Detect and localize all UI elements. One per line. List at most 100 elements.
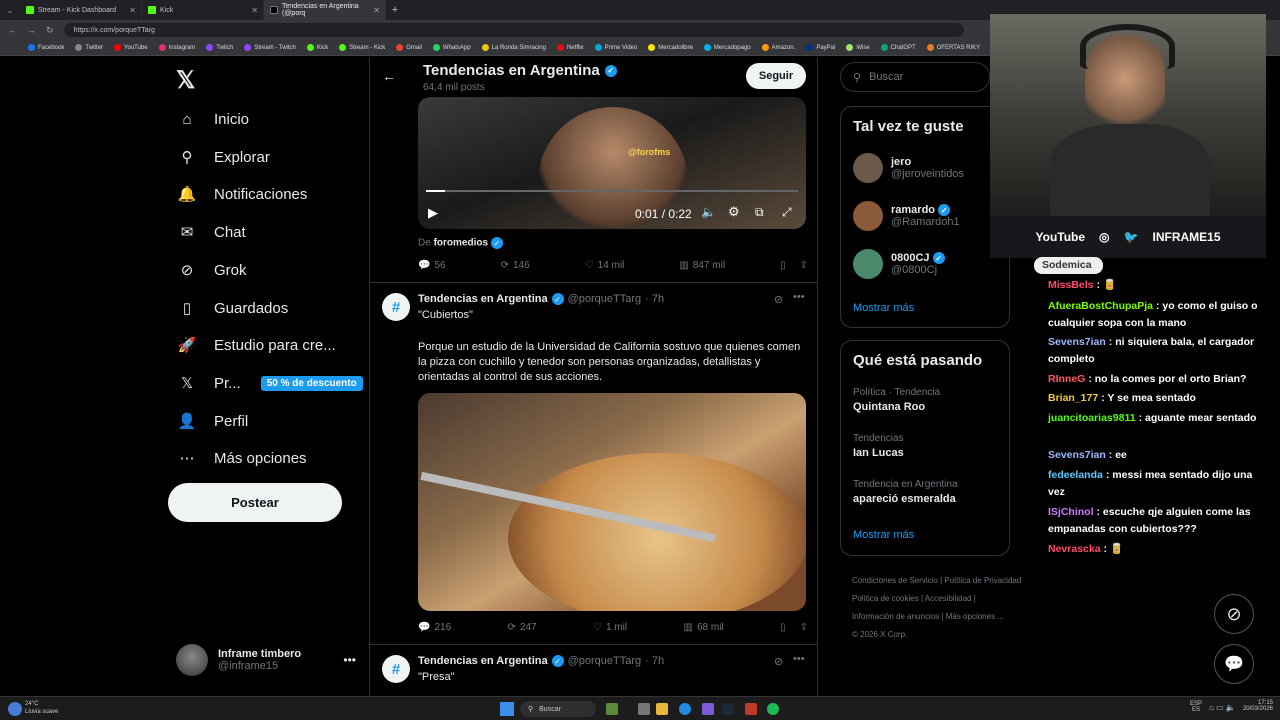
browser-tab-kick[interactable]: Kick ✕ — [142, 0, 264, 20]
premium-discount-badge[interactable]: 50 % de descuento — [260, 375, 363, 391]
nav-item-9[interactable]: 👤 Perfil — [176, 409, 249, 433]
pip-icon[interactable]: ⧉ — [755, 205, 764, 220]
bookmark-item[interactable]: Facebook — [28, 44, 64, 51]
footer-link[interactable]: Política de cookies — [852, 594, 919, 603]
discord-icon[interactable] — [702, 703, 714, 715]
chat-username[interactable]: RInneG — [1048, 373, 1085, 385]
views-button[interactable]: ▥ 68 mil — [684, 622, 724, 633]
suggestion-item[interactable]: 0800CJ ✓ @0800Cj — [853, 249, 945, 279]
tab-close-icon[interactable]: ✕ — [129, 6, 136, 15]
chat-username[interactable]: Sodemica — [1042, 259, 1092, 271]
language-indicator[interactable]: ESP ES — [1190, 701, 1202, 713]
bookmark-item[interactable]: Prime Video — [594, 44, 637, 51]
bookmark-item[interactable]: Gmail — [396, 44, 422, 51]
system-tray-icons[interactable]: ⌂ ▭ 🔈 — [1209, 703, 1236, 712]
chat-username[interactable]: Nevrascka — [1048, 543, 1101, 555]
post-button[interactable]: Postear — [168, 483, 342, 522]
widgets-icon[interactable] — [606, 703, 618, 715]
bookmark-item[interactable]: La Ronda Simracing — [481, 44, 546, 51]
nav-item-4[interactable]: ✉ Chat — [176, 220, 246, 244]
bookmark-item[interactable]: Stream - Kick — [339, 44, 385, 51]
tab-search-icon[interactable]: ⌄ — [0, 0, 20, 20]
windows-start-icon[interactable] — [500, 702, 514, 716]
hashtag-avatar-icon[interactable]: # — [382, 293, 410, 321]
nav-item-6[interactable]: ▯ Guardados — [176, 296, 288, 320]
reply-button[interactable]: 💬 216 — [418, 622, 451, 633]
views-button[interactable]: ▥ 847 mil — [679, 260, 725, 271]
footer-link[interactable]: Información de anuncios — [852, 612, 939, 621]
nav-item-8[interactable]: 𝕏 Pr... 50 % de descuento — [176, 371, 363, 395]
trend-item[interactable]: Tendencias Ian Lucas — [853, 433, 904, 459]
nav-item-5[interactable]: ⊘ Grok — [176, 258, 247, 282]
bookmark-item[interactable]: Stream - Twitch — [244, 44, 296, 51]
grok-icon[interactable]: ⊘ — [774, 655, 783, 668]
trend-item[interactable]: Tendencia en Argentina apareció esmeralda — [853, 479, 958, 505]
bookmark-item[interactable]: Mercadopago — [703, 44, 751, 51]
search-input[interactable]: ⚲ Buscar — [840, 62, 990, 92]
author-handle[interactable]: @porqueTTarg — [568, 655, 642, 667]
chat-username[interactable]: fedeelanda — [1048, 469, 1103, 481]
footer-link[interactable]: Más opciones ... — [946, 612, 1004, 621]
browser-tab-x[interactable]: Tendencias en Argentina (@porq ✕ — [264, 0, 386, 20]
bookmark-item[interactable]: Wise — [846, 44, 870, 51]
reload-icon[interactable]: ↻ — [46, 25, 54, 36]
chat-username[interactable]: ISjChinol — [1048, 506, 1094, 518]
taskbar-search[interactable]: ⚲ Buscar — [520, 701, 596, 717]
back-arrow-icon[interactable]: ← — [382, 68, 396, 84]
author-name[interactable]: Tendencias en Argentina — [418, 293, 548, 305]
bookmark-item[interactable]: Twitter — [75, 44, 103, 51]
reply-button[interactable]: 💬 56 — [418, 260, 446, 271]
like-button[interactable]: ♡ 14 mil — [585, 260, 625, 271]
footer-link[interactable]: Política de Privacidad — [944, 576, 1021, 585]
suggestion-item[interactable]: jero @jeroveintidos — [853, 153, 964, 183]
grok-float-button[interactable]: ⊘ — [1214, 594, 1254, 634]
video-progress-bar[interactable] — [426, 190, 798, 192]
bookmark-item[interactable]: WhatsApp — [432, 44, 471, 51]
nav-item-2[interactable]: ⚲ Explorar — [176, 145, 270, 169]
bookmark-item[interactable]: YouTube — [114, 44, 148, 51]
bookmark-item[interactable]: Kick — [306, 44, 328, 51]
video-player[interactable]: @forofms ▶ 0:01 / 0:22 🔈 ⚙ ⧉ ⤢ — [418, 97, 806, 229]
weather-temp[interactable]: 24°C — [25, 701, 38, 707]
tab-close-icon[interactable]: ✕ — [373, 6, 380, 15]
x-logo-icon[interactable]: 𝕏 — [176, 66, 195, 95]
show-more-link[interactable]: Mostrar más — [853, 302, 914, 314]
account-switcher[interactable]: Inframe timbero @inframe15 ••• — [176, 644, 356, 676]
more-dots-icon[interactable]: ••• — [343, 653, 356, 667]
tab-close-icon[interactable]: ✕ — [251, 6, 258, 15]
footer-link[interactable]: Accesibilidad — [925, 594, 972, 603]
trend-item[interactable]: Política · Tendencia Quintana Roo — [853, 387, 940, 413]
show-more-link[interactable]: Mostrar más — [853, 529, 914, 541]
footer-link[interactable]: Condiciones de Servicio — [852, 576, 938, 585]
url-input[interactable]: https://x.com/porqueTTarg — [63, 23, 964, 37]
obs-icon[interactable] — [745, 703, 757, 715]
steam-icon[interactable] — [722, 703, 734, 715]
repost-button[interactable]: ⟳ 247 — [508, 622, 537, 633]
file-explorer-icon[interactable] — [656, 703, 668, 715]
fullscreen-icon[interactable]: ⤢ — [782, 205, 792, 220]
follow-button[interactable]: Seguir — [746, 63, 806, 89]
forward-icon[interactable]: → — [27, 25, 36, 35]
task-view-icon[interactable] — [638, 703, 650, 715]
share-icon[interactable]: ⇪ — [800, 622, 808, 633]
chat-username[interactable]: AfueraBostChupaPja — [1048, 300, 1153, 312]
author-name[interactable]: Tendencias en Argentina — [418, 655, 548, 667]
volume-icon[interactable]: 🔈 — [701, 205, 716, 219]
repost-button[interactable]: ⟳ 146 — [501, 260, 530, 271]
play-icon[interactable]: ▶ — [428, 205, 438, 221]
nav-item-10[interactable]: ⋯ Más opciones — [176, 446, 307, 470]
nav-item-7[interactable]: 🚀 Estudio para cre... — [176, 333, 336, 357]
bookmark-item[interactable]: Instagram — [158, 44, 195, 51]
bookmark-button[interactable]: ▯ ⇪ — [780, 260, 808, 271]
nav-item-1[interactable]: ⌂ Inicio — [176, 107, 249, 131]
chat-username[interactable]: Sevens7ian — [1048, 336, 1106, 348]
bookmark-item[interactable]: Amazon. — [761, 44, 795, 51]
bookmark-item[interactable]: ChatGPT — [880, 44, 916, 51]
nav-item-3[interactable]: 🔔 Notificaciones — [176, 182, 308, 206]
back-icon[interactable]: ← — [8, 25, 17, 35]
bookmark-item[interactable]: PayPal — [806, 44, 835, 51]
post-image[interactable] — [418, 393, 806, 611]
chat-username[interactable]: MissBels — [1048, 279, 1094, 291]
source-name[interactable]: foromedios — [434, 238, 488, 249]
bookmark-button[interactable]: ▯ ⇪ — [780, 622, 808, 633]
